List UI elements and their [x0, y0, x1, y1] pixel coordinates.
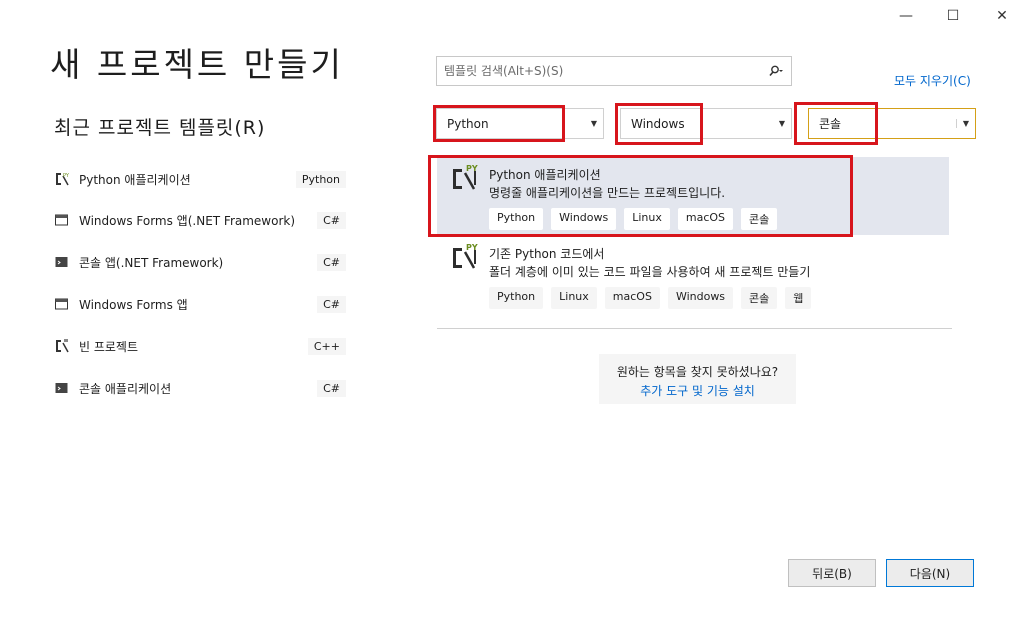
recent-templates-heading: 최근 프로젝트 템플릿(R): [54, 117, 266, 139]
search-box[interactable]: [436, 56, 792, 86]
template-tag: Windows: [667, 287, 734, 309]
template-tag: macOS: [677, 208, 734, 230]
template-tag: Python: [489, 287, 544, 309]
chevron-down-icon: ▼: [778, 119, 786, 128]
recent-item-blank-project[interactable]: 빈 프로젝트 C++: [54, 334, 346, 358]
console-icon: [54, 254, 70, 270]
template-tag: Linux: [624, 208, 670, 230]
not-found-question: 원하는 항목을 찾지 못하셨나요?: [616, 365, 779, 379]
language-tag: C#: [317, 253, 346, 271]
template-tag: Python: [489, 208, 544, 230]
recent-item-winforms-netfx[interactable]: Windows Forms 앱(.NET Framework) C#: [54, 208, 346, 232]
close-icon: ✕: [996, 8, 1008, 24]
platform-filter-dropdown[interactable]: Windows ▼: [620, 108, 792, 139]
language-filter-value: Python: [447, 116, 489, 131]
recent-item-python-app[interactable]: PY Python 애플리케이션 Python: [54, 167, 346, 191]
recent-item-label: Windows Forms 앱(.NET Framework): [79, 213, 296, 228]
template-tag: 웹: [785, 287, 812, 309]
chevron-down-icon: ▼: [590, 119, 598, 128]
not-found-panel: 원하는 항목을 찾지 못하셨나요? 추가 도구 및 기능 설치: [599, 354, 796, 404]
language-tag: C++: [307, 337, 346, 355]
template-item-python-app[interactable]: PY Python 애플리케이션 명령줄 애플리케이션을 만드는 프로젝트입니다…: [437, 157, 949, 235]
minimize-icon: —: [899, 8, 913, 24]
svg-text:PY: PY: [63, 173, 70, 179]
template-item-from-existing-code[interactable]: PY 기존 Python 코드에서 폴더 계층에 이미 있는 코드 파일을 사용…: [437, 236, 949, 314]
language-tag: Python: [295, 170, 346, 188]
search-input[interactable]: [442, 63, 761, 79]
template-tag: 콘솔: [741, 208, 778, 230]
install-tools-link[interactable]: 추가 도구 및 기능 설치: [599, 382, 796, 399]
recent-item-label: 콘솔 애플리케이션: [79, 381, 172, 396]
template-tag: Linux: [551, 287, 597, 309]
project-type-filter-value: 콘솔: [819, 117, 842, 131]
template-description: 명령줄 애플리케이션을 만드는 프로젝트입니다.: [489, 186, 726, 200]
recent-item-label: 콘솔 앱(.NET Framework): [79, 255, 224, 270]
clear-all-link[interactable]: 모두 지우기(C): [894, 72, 971, 89]
python-project-icon: PY: [54, 171, 70, 187]
maximize-icon: ☐: [946, 8, 960, 24]
platform-filter-value: Windows: [631, 116, 685, 131]
page-title: 새 프로젝트 만들기: [50, 45, 344, 84]
language-filter-dropdown[interactable]: Python ▼: [436, 108, 604, 139]
next-button[interactable]: 다음(N): [886, 559, 974, 587]
recent-item-console-netfx[interactable]: 콘솔 앱(.NET Framework) C#: [54, 250, 346, 274]
template-tags: Python Windows Linux macOS 콘솔: [489, 208, 778, 230]
console-icon: [54, 380, 70, 396]
windows-form-icon: [54, 296, 70, 312]
divider: [437, 328, 952, 329]
python-project-icon: PY: [451, 242, 479, 270]
recent-item-label: Python 애플리케이션: [79, 172, 191, 187]
template-name: 기존 Python 코드에서: [489, 247, 605, 261]
language-tag: C#: [317, 211, 346, 229]
svg-text:PY: PY: [466, 164, 478, 173]
svg-text:PY: PY: [466, 243, 478, 252]
windows-form-icon: [54, 212, 70, 228]
recent-item-label: 빈 프로젝트: [79, 339, 139, 354]
search-icon[interactable]: [761, 65, 791, 77]
template-tag: macOS: [604, 287, 660, 309]
language-tag: C#: [317, 295, 346, 313]
back-button[interactable]: 뒤로(B): [788, 559, 876, 587]
maximize-button[interactable]: ☐: [933, 4, 973, 28]
template-tags: Python Linux macOS Windows 콘솔 웹: [489, 287, 812, 309]
project-type-filter-dropdown[interactable]: 콘솔 ▼: [808, 108, 976, 139]
recent-item-winforms[interactable]: Windows Forms 앱 C#: [54, 292, 346, 316]
chevron-down-icon: ▼: [956, 119, 975, 128]
minimize-button[interactable]: —: [886, 4, 926, 28]
template-tag: Windows: [551, 208, 617, 230]
python-project-icon: PY: [451, 163, 479, 191]
template-name: Python 애플리케이션: [489, 168, 601, 182]
blank-project-icon: [54, 338, 70, 354]
recent-item-label: Windows Forms 앱: [79, 297, 188, 312]
language-tag: C#: [317, 379, 346, 397]
close-button[interactable]: ✕: [982, 4, 1022, 28]
template-tag: 콘솔: [741, 287, 778, 309]
template-description: 폴더 계층에 이미 있는 코드 파일을 사용하여 새 프로젝트 만들기: [489, 265, 811, 279]
recent-item-console-app[interactable]: 콘솔 애플리케이션 C#: [54, 376, 346, 400]
